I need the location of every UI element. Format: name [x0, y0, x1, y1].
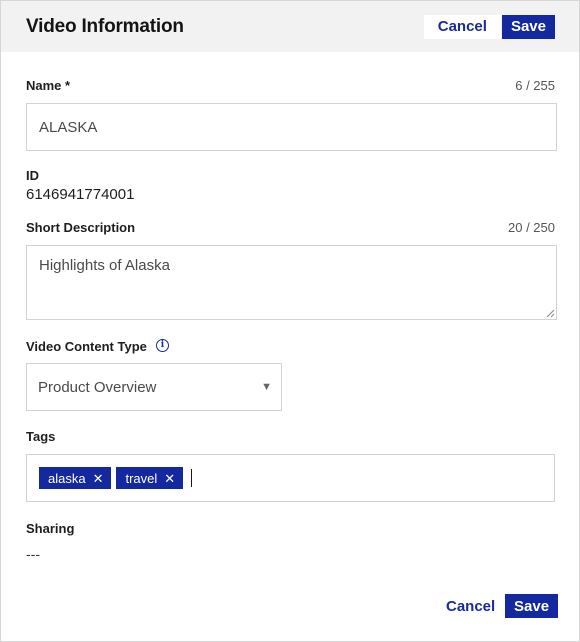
text-cursor	[191, 469, 193, 487]
name-input[interactable]	[26, 103, 557, 151]
short-description-textarea[interactable]: Highlights of Alaska	[26, 245, 557, 320]
video-content-type-select[interactable]: Product Overview ▼	[26, 363, 282, 411]
tags-input[interactable]: alaska ✕ travel ✕	[26, 454, 555, 502]
close-icon[interactable]: ✕	[93, 472, 104, 485]
description-char-counter: 20 / 250	[508, 220, 555, 235]
name-char-counter: 6 / 255	[515, 78, 555, 93]
header-save-button[interactable]: Save	[501, 14, 555, 39]
video-content-type-label: Video Content Type	[26, 339, 147, 354]
header-cancel-button[interactable]: Cancel	[423, 14, 501, 39]
close-icon[interactable]: ✕	[164, 472, 175, 485]
sharing-value: ---	[26, 546, 40, 562]
id-value: 6146941774001	[26, 186, 135, 203]
panel-header: Video Information Cancel Save	[1, 1, 579, 52]
footer-save-button[interactable]: Save	[505, 594, 559, 618]
info-icon[interactable]: i	[156, 339, 169, 352]
name-label: Name *	[26, 78, 71, 93]
tag-chip: alaska ✕	[39, 467, 112, 489]
tag-label: alaska	[48, 470, 86, 486]
select-selected-value: Product Overview	[38, 378, 157, 396]
chevron-down-icon: ▼	[261, 381, 272, 393]
footer-cancel-button[interactable]: Cancel	[438, 594, 504, 618]
sharing-label: Sharing	[26, 521, 75, 536]
page-title: Video Information	[26, 15, 184, 37]
tags-label: Tags	[26, 429, 56, 444]
video-information-panel: Video Information Cancel Save Name * 6 /…	[0, 0, 580, 642]
tag-label: travel	[125, 470, 158, 486]
short-description-label: Short Description	[26, 220, 136, 235]
tag-chip: travel ✕	[116, 467, 184, 489]
id-label: ID	[26, 168, 39, 183]
resize-handle-icon[interactable]	[545, 308, 555, 318]
